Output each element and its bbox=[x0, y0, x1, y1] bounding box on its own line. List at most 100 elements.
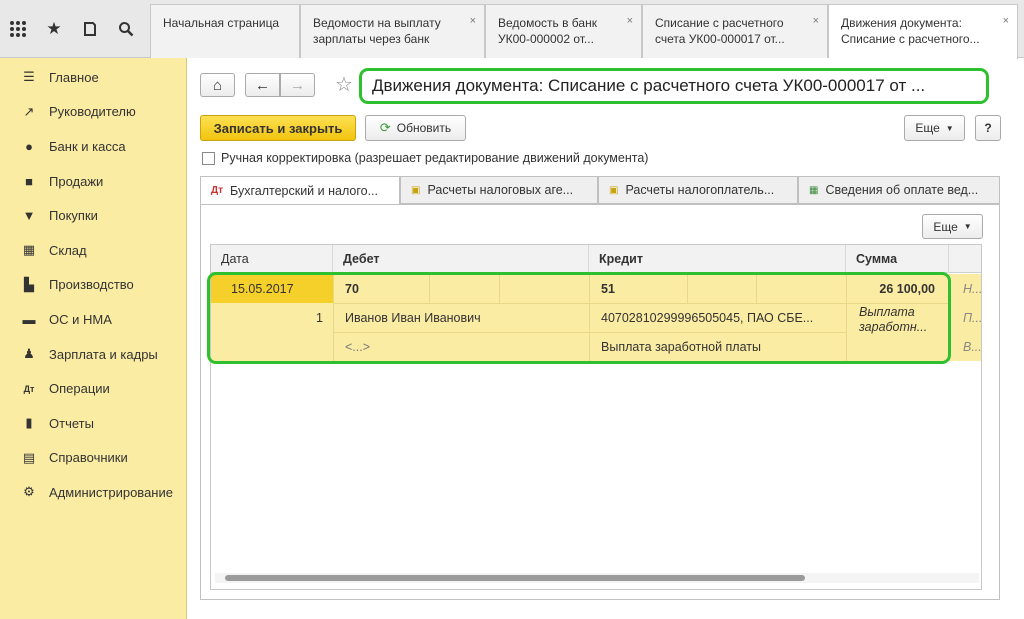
extra-col-2: П... bbox=[963, 310, 982, 325]
close-icon[interactable]: × bbox=[470, 13, 476, 29]
tab-label: Движения документа: Списание с расчетног… bbox=[841, 16, 980, 46]
scrollbar-thumb[interactable] bbox=[225, 575, 805, 581]
apps-grid-icon[interactable] bbox=[0, 0, 36, 58]
sidebar-item-operations[interactable]: Дт Операции bbox=[0, 371, 186, 406]
tab-taxpayer[interactable]: ▣ Расчеты налогоплатель... bbox=[598, 176, 798, 204]
manual-edit-checkbox[interactable]: Ручная корректировка (разрешает редактир… bbox=[202, 151, 648, 165]
sidebar-item-sales[interactable]: ■ Продажи bbox=[0, 164, 186, 199]
checkbox-box[interactable] bbox=[202, 151, 215, 165]
grid-more-button[interactable]: Еще ▼ bbox=[922, 214, 983, 239]
tab-label: Расчеты налоговых аге... bbox=[427, 183, 574, 197]
help-button[interactable]: ? bbox=[975, 115, 1001, 141]
more-label: Еще bbox=[933, 219, 958, 234]
book-icon: ▤ bbox=[22, 449, 36, 465]
sidebar-item-label: Операции bbox=[49, 381, 110, 397]
menu-lines-icon: ☰ bbox=[23, 69, 35, 85]
top-icons: ★ bbox=[0, 0, 150, 58]
save-close-button[interactable]: Записать и закрыть bbox=[200, 115, 356, 141]
checkbox-label: Ручная корректировка (разрешает редактир… bbox=[221, 151, 649, 165]
column-credit[interactable]: Кредит bbox=[589, 245, 846, 273]
sidebar-item-warehouse[interactable]: ▦ Склад bbox=[0, 233, 186, 268]
tab-document-movements[interactable]: Движения документа: Списание с расчетног… bbox=[828, 4, 1018, 59]
sidebar-item-admin[interactable]: ⚙ Администрирование bbox=[0, 475, 186, 510]
arrow-left-icon: ← bbox=[255, 76, 270, 94]
sidebar-item-assets[interactable]: ▬ ОС и НМА bbox=[0, 302, 186, 337]
factory-icon: ▙ bbox=[24, 276, 34, 292]
ruble-coin-icon: ● bbox=[25, 138, 33, 154]
column-sum[interactable]: Сумма bbox=[846, 245, 949, 273]
refresh-icon: ⟳ bbox=[379, 120, 391, 135]
column-debit[interactable]: Дебет bbox=[333, 245, 589, 273]
warehouse-icon: ▦ bbox=[22, 242, 36, 258]
tab-payment-info[interactable]: ▦ Сведения об оплате вед... bbox=[798, 176, 1000, 204]
refresh-label: Обновить bbox=[396, 121, 452, 135]
tab-write-off[interactable]: Списание с расчетного счета УК00-000017 … bbox=[642, 4, 828, 58]
chevron-down-icon: ▼ bbox=[963, 222, 972, 231]
tab-home[interactable]: Начальная страница bbox=[150, 4, 300, 58]
more-button[interactable]: Еще ▼ bbox=[904, 115, 965, 141]
gear-icon: ⚙ bbox=[23, 484, 35, 500]
tab-bank-statement[interactable]: Ведомость в банк УК00-000002 от... × bbox=[485, 4, 642, 58]
horizontal-scrollbar[interactable] bbox=[215, 573, 979, 583]
truck-icon: ▬ bbox=[22, 311, 36, 327]
arrow-right-icon: → bbox=[290, 76, 305, 94]
close-icon[interactable]: × bbox=[1003, 13, 1009, 29]
tab-label: Сведения об оплате вед... bbox=[825, 183, 979, 197]
sidebar-item-main[interactable]: ☰ Главное bbox=[0, 60, 186, 95]
favorite-star-icon[interactable]: ☆ bbox=[335, 72, 353, 97]
tab-payroll-statements[interactable]: Ведомости на выплату зарплаты через банк… bbox=[300, 4, 485, 58]
sidebar-item-label: Покупки bbox=[49, 208, 98, 224]
table-header: Дата Дебет Кредит Сумма bbox=[211, 245, 981, 273]
star-icon[interactable]: ★ bbox=[36, 0, 72, 58]
column-date[interactable]: Дата bbox=[211, 245, 333, 273]
highlight-frame bbox=[207, 272, 951, 364]
sidebar-item-production[interactable]: ▙ Производство bbox=[0, 268, 186, 303]
cart-icon: ▼ bbox=[22, 208, 36, 224]
shopping-bag-icon: ■ bbox=[25, 173, 33, 189]
tab-label: Списание с расчетного счета УК00-000017 … bbox=[655, 16, 785, 46]
sidebar-item-label: Руководителю bbox=[49, 104, 136, 120]
more-label: Еще bbox=[915, 121, 940, 135]
refresh-button[interactable]: ⟳ Обновить bbox=[365, 115, 466, 141]
search-icon[interactable] bbox=[108, 0, 144, 58]
tab-label: Ведомость в банк УК00-000002 от... bbox=[498, 16, 597, 46]
register-icon: ▣ bbox=[609, 184, 619, 196]
sidebar-item-label: Производство bbox=[49, 277, 134, 293]
sidebar-item-purchases[interactable]: ▼ Покупки bbox=[0, 198, 186, 233]
sidebar-item-label: ОС и НМА bbox=[49, 311, 112, 327]
sidebar-item-label: Зарплата и кадры bbox=[49, 346, 158, 362]
tab-tax-agent[interactable]: ▣ Расчеты налоговых аге... bbox=[400, 176, 598, 204]
sidebar-item-bank[interactable]: ● Банк и касса bbox=[0, 129, 186, 164]
tab-label: Расчеты налогоплатель... bbox=[625, 183, 775, 197]
bar-chart-icon: ▮ bbox=[25, 415, 33, 431]
history-icon[interactable] bbox=[72, 0, 108, 58]
dt-kt-icon: Дт bbox=[211, 185, 224, 196]
table-icon: ▦ bbox=[809, 184, 819, 196]
person-icon: ♟ bbox=[23, 346, 35, 362]
page-title: Движения документа: Списание с расчетног… bbox=[359, 68, 989, 104]
close-icon[interactable]: × bbox=[627, 13, 633, 29]
top-bar: ★ Начальная страница Ведомости на выплат… bbox=[0, 0, 1024, 59]
close-icon[interactable]: × bbox=[813, 13, 819, 29]
tab-panel: Еще ▼ Дата Дебет Кредит Сумма 15.05.2017… bbox=[200, 204, 1000, 600]
sidebar-item-label: Склад bbox=[49, 242, 87, 258]
sidebar: ☰ Главное ↗ Руководителю ● Банк и касса ■ Пр… bbox=[0, 58, 187, 619]
sidebar-item-label: Справочники bbox=[49, 450, 128, 466]
sidebar-item-label: Администрирование bbox=[49, 484, 173, 500]
sidebar-item-label: Банк и касса bbox=[49, 138, 126, 154]
chevron-down-icon: ▼ bbox=[945, 123, 954, 133]
sidebar-item-label: Продажи bbox=[49, 173, 104, 189]
sidebar-item-manager[interactable]: ↗ Руководителю bbox=[0, 95, 186, 130]
home-button[interactable]: ⌂ bbox=[200, 73, 235, 97]
trend-line-icon: ↗ bbox=[23, 103, 35, 119]
register-icon: ▣ bbox=[411, 184, 421, 196]
sidebar-item-reports[interactable]: ▮ Отчеты bbox=[0, 406, 186, 441]
tab-accounting[interactable]: Дт Бухгалтерский и налого... bbox=[200, 176, 400, 205]
sidebar-item-salary[interactable]: ♟ Зарплата и кадры bbox=[0, 337, 186, 372]
home-icon: ⌂ bbox=[212, 76, 223, 94]
sidebar-item-label: Отчеты bbox=[49, 415, 94, 431]
forward-button[interactable]: → bbox=[280, 73, 315, 97]
tab-label: Ведомости на выплату зарплаты через банк bbox=[313, 16, 441, 46]
back-button[interactable]: ← bbox=[245, 73, 280, 97]
sidebar-item-references[interactable]: ▤ Справочники bbox=[0, 441, 186, 476]
